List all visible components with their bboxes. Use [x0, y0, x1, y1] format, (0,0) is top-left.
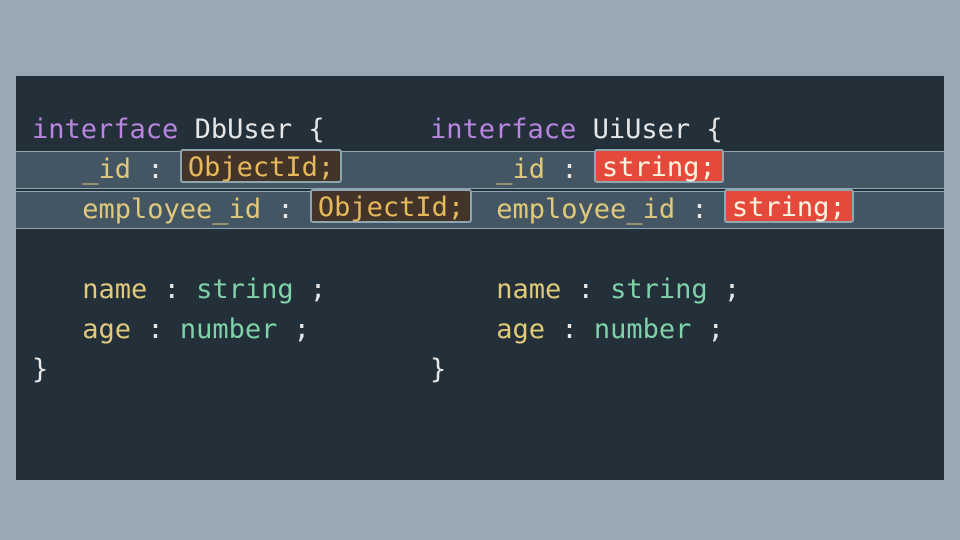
colon: :: [561, 154, 577, 185]
type-string: string: [610, 274, 708, 305]
brace-close: }: [32, 354, 48, 385]
brace-open: {: [308, 114, 324, 145]
prop-id-right: _id: [496, 154, 545, 185]
blank-line: [430, 230, 854, 270]
code-line: }: [430, 350, 854, 390]
semicolon: ;: [294, 314, 310, 345]
prop-name-right: name: [496, 274, 561, 305]
prop-age-left: age: [82, 314, 131, 345]
diff-id-old: ObjectId;: [180, 149, 342, 183]
semicolon: ;: [724, 274, 740, 305]
colon: :: [147, 154, 163, 185]
semicolon: ;: [310, 274, 326, 305]
colon: :: [164, 274, 180, 305]
prop-employee-left: employee_id: [82, 194, 261, 225]
code-line: age : number ;: [32, 310, 472, 350]
blank-line: [32, 230, 472, 270]
brace-open: {: [706, 114, 722, 145]
code-line: _id : string;: [430, 150, 854, 190]
code-line: name : string ;: [430, 270, 854, 310]
code-line: age : number ;: [430, 310, 854, 350]
prop-name-left: name: [82, 274, 147, 305]
code-line: }: [32, 350, 472, 390]
prop-id-left: _id: [82, 154, 131, 185]
keyword-interface: interface: [32, 114, 178, 145]
code-comparison-panel: interface DbUser { _id : ObjectId; emplo…: [16, 76, 944, 480]
code-line: employee_id : string;: [430, 190, 854, 230]
code-line: interface DbUser {: [32, 110, 472, 150]
code-line: employee_id : ObjectId;: [32, 190, 472, 230]
semicolon: ;: [708, 314, 724, 345]
diff-id-new: string;: [594, 149, 724, 183]
type-name-right: UiUser: [593, 114, 691, 145]
colon: :: [578, 274, 594, 305]
code-pane-left: interface DbUser { _id : ObjectId; emplo…: [32, 76, 472, 480]
type-number: number: [180, 314, 278, 345]
diff-employee-new: string;: [724, 189, 854, 223]
colon: :: [561, 314, 577, 345]
type-name-left: DbUser: [195, 114, 293, 145]
code-line: name : string ;: [32, 270, 472, 310]
prop-age-right: age: [496, 314, 545, 345]
prop-employee-right: employee_id: [496, 194, 675, 225]
keyword-interface: interface: [430, 114, 576, 145]
type-string: string: [196, 274, 294, 305]
colon: :: [277, 194, 293, 225]
code-line: _id : ObjectId;: [32, 150, 472, 190]
code-pane-right: interface UiUser { _id : string; employe…: [430, 76, 854, 480]
colon: :: [147, 314, 163, 345]
type-number: number: [594, 314, 692, 345]
code-line: interface UiUser {: [430, 110, 854, 150]
colon: :: [691, 194, 707, 225]
brace-close: }: [430, 354, 446, 385]
